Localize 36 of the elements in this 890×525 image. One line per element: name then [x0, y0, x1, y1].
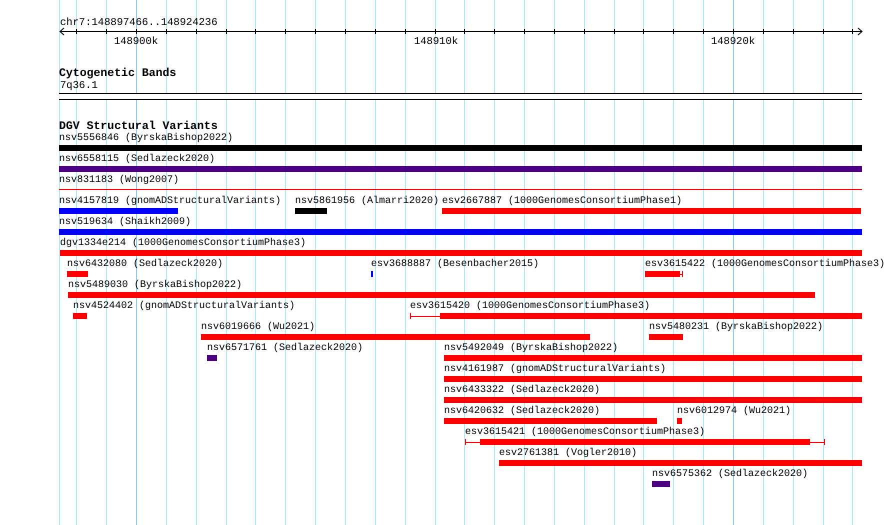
variant-label[interactable]: nsv831183 (Wong2007): [59, 175, 180, 187]
variant-label[interactable]: nsv6019666 (Wu2021): [201, 322, 316, 334]
variant-label[interactable]: nsv4161987 (gnomADStructuralVariants): [444, 364, 666, 376]
variant-bar[interactable]: [410, 313, 862, 319]
variant-label[interactable]: esv3688887 (Besenbacher2015): [371, 259, 540, 271]
variant-label[interactable]: nsv6432080 (Sedlazeck2020): [67, 259, 224, 271]
variant-line[interactable]: [59, 189, 862, 190]
tick-label: 148910k: [414, 36, 458, 48]
variant-label[interactable]: nsv6575362 (Sedlazeck2020): [652, 469, 808, 481]
variant-label[interactable]: nsv5492049 (ByrskaBishop2022): [444, 343, 618, 355]
variant-label[interactable]: nsv519634 (Shaikh2009): [59, 217, 192, 229]
variant-label[interactable]: nsv5480231 (ByrskaBishop2022): [649, 322, 824, 334]
variant-label[interactable]: nsv6433322 (Sedlazeck2020): [444, 385, 600, 397]
variant-label[interactable]: nsv6571761 (Sedlazeck2020): [207, 343, 364, 355]
variant-label[interactable]: nsv5861956 (Almarri2020): [295, 196, 440, 208]
track-title: Cytogenetic Bands: [59, 68, 176, 80]
variant-label[interactable]: nsv4524402 (gnomADStructuralVariants): [73, 301, 296, 313]
variant-bar[interactable]: [645, 271, 683, 277]
variant-label[interactable]: dgv1334e214 (1000GenomesConsortiumPhase3): [60, 238, 306, 250]
band-label: 7q36.1: [60, 80, 98, 93]
variant-label[interactable]: nsv4157819 (gnomADStructuralVariants): [59, 196, 282, 208]
position-label: chr7:148897466..148924236: [60, 17, 218, 29]
variant-label[interactable]: nsv6420632 (Sedlazeck2020): [444, 406, 600, 418]
variant-label[interactable]: nsv6558115 (Sedlazeck2020): [59, 154, 216, 166]
variant-label[interactable]: esv3615421 (1000GenomesConsortiumPhase3): [465, 427, 706, 439]
variant-label[interactable]: esv3615422 (1000GenomesConsortiumPhase3): [645, 259, 886, 271]
tick-label: 148900k: [114, 36, 158, 48]
variant-label[interactable]: esv3615420 (1000GenomesConsortiumPhase3): [410, 301, 650, 313]
track-title: DGV Structural Variants: [59, 121, 218, 133]
variant-label[interactable]: nsv5556846 (ByrskaBishop2022): [59, 133, 234, 145]
variant-bar[interactable]: [465, 439, 825, 445]
variant-label[interactable]: esv2667887 (1000GenomesConsortiumPhase1): [442, 196, 682, 208]
variant-label[interactable]: nsv6012974 (Wu2021): [677, 406, 792, 418]
variant-label[interactable]: esv2761381 (Vogler2010): [499, 448, 638, 460]
variant-label[interactable]: nsv5489030 (ByrskaBishop2022): [68, 280, 242, 292]
tick-label: 148920k: [710, 36, 756, 48]
